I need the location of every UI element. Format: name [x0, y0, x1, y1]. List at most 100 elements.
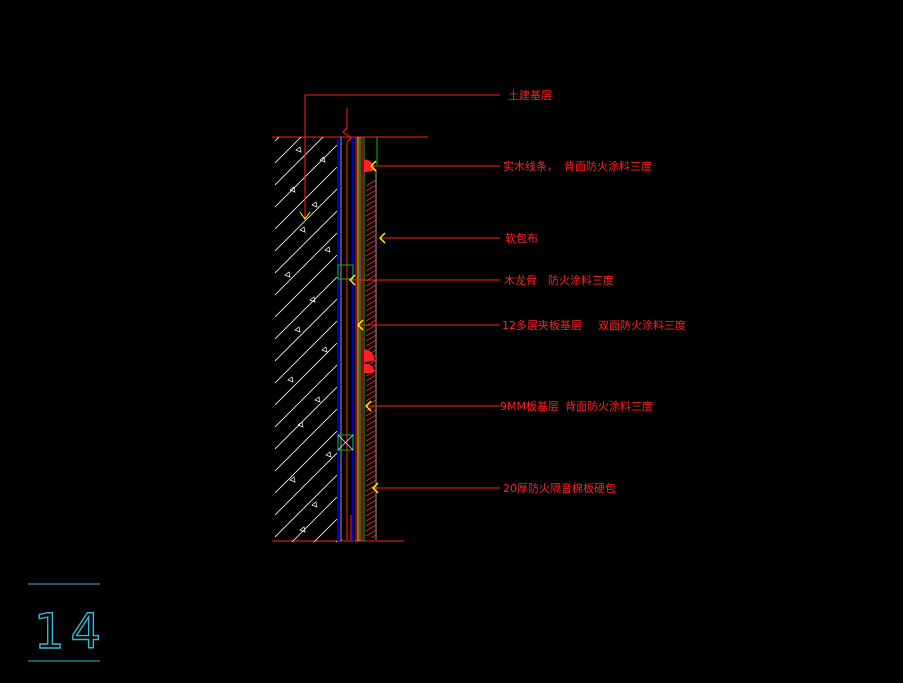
aggregate-mark	[297, 421, 304, 428]
padding-hatch-line	[366, 464, 376, 472]
section-detail-drawing: 土建基层 实木线条， 背面防火涂料三度 软包布 木龙骨 防火涂料三度 12多层夹板基…	[28, 57, 686, 683]
padding-hatch-line	[366, 244, 376, 252]
base-lines	[272, 136, 428, 542]
wall-aggregate	[284, 146, 332, 533]
hatch-line	[275, 651, 337, 683]
padding-hatch-line	[366, 284, 376, 292]
padding-hatch-line	[366, 489, 376, 497]
wood-battens	[337, 264, 354, 451]
soft-padding-hatch	[366, 180, 376, 538]
callout-label-fabric: 软包布	[505, 231, 538, 245]
aggregate-mark	[287, 376, 294, 383]
padding-hatch-line	[370, 534, 376, 538]
detail-number-block: 14	[28, 583, 107, 662]
leader-lines	[299, 94, 500, 489]
padding-hatch-line	[366, 199, 376, 207]
padding-hatch-line	[366, 294, 376, 302]
padding-hatch-line	[366, 180, 376, 187]
aggregate-mark	[284, 271, 291, 278]
padding-hatch-line	[366, 324, 376, 332]
padding-hatch-line	[366, 339, 376, 347]
callout-label-9mm-board: 9MM板基层 背面防火涂料三度	[500, 399, 653, 413]
padding-hatch-line	[366, 504, 376, 512]
padding-hatch-line	[366, 334, 376, 342]
padding-hatch-line	[366, 474, 376, 482]
padding-hatch-line	[366, 229, 376, 237]
padding-hatch-line	[366, 519, 376, 527]
padding-hatch-line	[366, 469, 376, 477]
padding-hatch-line	[366, 314, 376, 322]
padding-hatch-line	[366, 269, 376, 277]
padding-hatch-line	[366, 419, 376, 427]
aggregate-mark	[309, 296, 316, 303]
aggregate-mark	[299, 226, 306, 233]
padding-hatch-line	[366, 509, 376, 517]
aggregate-mark	[294, 326, 301, 333]
padding-hatch-line	[366, 194, 376, 202]
padding-hatch-line	[366, 289, 376, 297]
aggregate-mark	[311, 201, 318, 208]
padding-hatch-line	[366, 259, 376, 267]
padding-hatch-line	[366, 499, 376, 507]
callout-label-base: 土建基层	[508, 88, 552, 102]
aggregate-mark	[299, 526, 306, 533]
break-line	[342, 108, 352, 540]
padding-hatch-line	[366, 239, 376, 247]
leader-arrows	[349, 160, 386, 494]
hatch-line	[335, 540, 337, 542]
padding-hatch-line	[366, 264, 376, 272]
padding-hatch-line	[366, 234, 376, 242]
padding-hatch-line	[366, 434, 376, 442]
padding-hatch-line	[366, 459, 376, 467]
callout-labels: 土建基层 实木线条， 背面防火涂料三度 软包布 木龙骨 防火涂料三度 12多层夹板基…	[500, 88, 686, 495]
padding-hatch-line	[366, 249, 376, 257]
padding-hatch-line	[366, 454, 376, 462]
padding-hatch-line	[366, 394, 376, 402]
padding-hatch-line	[366, 389, 376, 397]
padding-hatch-line	[366, 429, 376, 437]
padding-hatch-line	[366, 424, 376, 432]
padding-hatch-line	[366, 219, 376, 227]
wall-hatch	[275, 57, 337, 683]
padding-hatch-line	[366, 184, 376, 192]
padding-hatch-line	[366, 524, 376, 532]
callout-label-plywood: 12多层夹板基层 双面防火涂料三度	[502, 318, 686, 332]
padding-hatch-line	[366, 204, 376, 212]
hatch-line	[275, 57, 337, 119]
padding-hatch-line	[366, 254, 376, 262]
padding-hatch-line	[366, 329, 376, 337]
hatch-line	[275, 629, 337, 683]
padding-hatch-line	[366, 279, 376, 287]
padding-hatch-line	[366, 209, 376, 217]
aggregate-mark	[311, 501, 318, 508]
detail-number: 14	[34, 604, 107, 660]
padding-hatch-line	[366, 309, 376, 317]
aggregate-mark	[325, 451, 332, 458]
aggregate-mark	[295, 146, 302, 153]
aggregate-mark	[321, 346, 328, 353]
padding-hatch-line	[366, 304, 376, 312]
padding-hatch-line	[366, 374, 376, 382]
padding-hatch-line	[366, 529, 376, 537]
hatch-line	[275, 137, 280, 142]
padding-hatch-line	[366, 189, 376, 197]
padding-hatch-line	[366, 514, 376, 522]
padding-hatch-line	[366, 449, 376, 457]
callout-label-acoustic-panel: 20厚防火隔音棉板硬包	[503, 481, 616, 495]
hatch-line	[275, 607, 337, 669]
aggregate-mark	[314, 396, 321, 403]
padding-hatch-line	[366, 299, 376, 307]
aggregate-mark	[324, 246, 331, 253]
callout-label-batten: 木龙骨 防火涂料三度	[504, 273, 614, 287]
padding-hatch-line	[366, 479, 376, 487]
padding-hatch-line	[366, 224, 376, 232]
hatch-line	[275, 585, 337, 647]
padding-hatch-line	[366, 494, 376, 502]
hatch-line	[275, 563, 337, 625]
padding-hatch-line	[366, 444, 376, 452]
callout-label-wood-trim: 实木线条， 背面防火涂料三度	[503, 159, 652, 173]
padding-hatch-line	[366, 379, 376, 387]
padding-hatch-line	[366, 214, 376, 222]
padding-hatch-line	[366, 439, 376, 447]
padding-hatch-line	[366, 384, 376, 392]
